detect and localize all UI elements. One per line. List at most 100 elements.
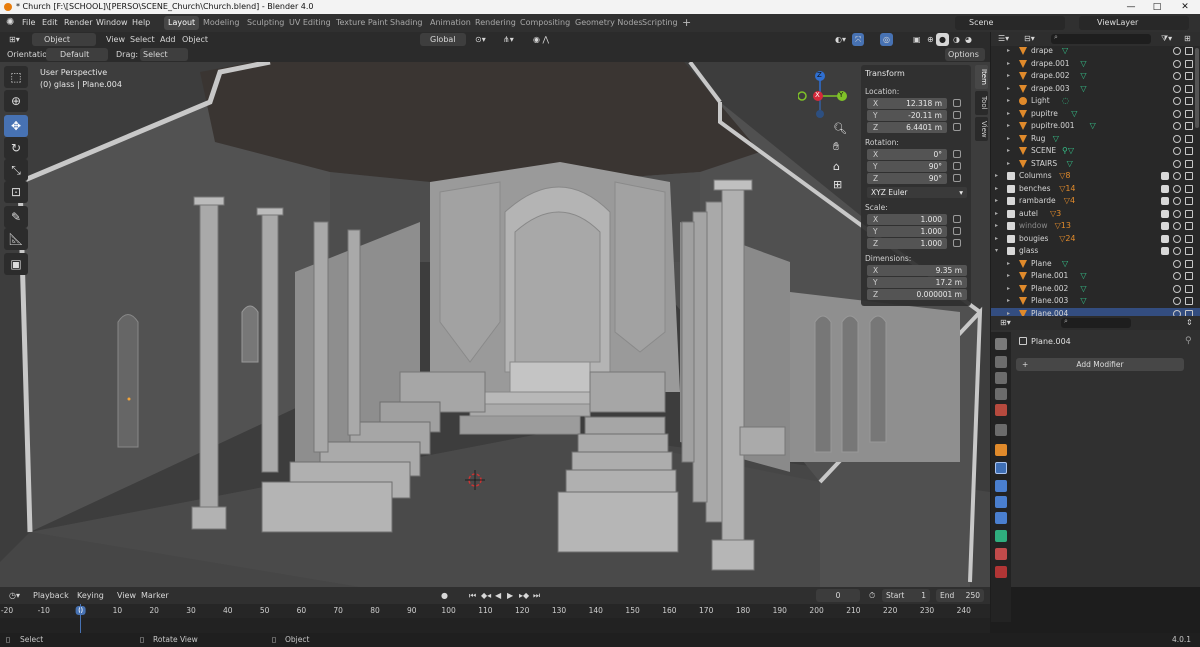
scene-tab-icon[interactable] [995, 404, 1007, 416]
eye-icon[interactable] [1173, 122, 1181, 130]
exclude-checkbox[interactable] [1161, 247, 1169, 255]
lock-scale-y-icon[interactable] [953, 227, 961, 235]
dimensions-y-field[interactable]: Y 17.2 m [867, 277, 967, 288]
visibility-icon[interactable]: ◐▾ [832, 33, 849, 46]
viewport-menu-select[interactable]: Select [127, 33, 158, 46]
exclude-checkbox[interactable] [1161, 172, 1169, 180]
object-tab-icon[interactable] [995, 444, 1007, 456]
modifier-tab-icon[interactable] [995, 462, 1007, 474]
constraints-tab-icon[interactable] [995, 512, 1007, 524]
camera-icon[interactable] [1185, 259, 1193, 268]
shading-solid-icon[interactable]: ● [936, 33, 949, 46]
output-tab-icon[interactable] [995, 372, 1007, 384]
tab-animation[interactable]: Animation [426, 16, 475, 30]
menu-window[interactable]: Window [96, 14, 128, 32]
start-frame-field[interactable]: Start 1 [882, 589, 930, 602]
outliner-row[interactable]: ▸ drape.001 ▽ [991, 58, 1200, 71]
jump-end-icon[interactable]: ⏭ [530, 589, 543, 602]
eye-icon[interactable] [1173, 134, 1181, 143]
timeline-track-area[interactable] [0, 618, 990, 633]
exclude-checkbox[interactable] [1161, 222, 1169, 230]
expand-right-icon[interactable]: ▸ [1007, 45, 1010, 57]
outliner-row[interactable]: ▸ Plane.001 ▽ [991, 270, 1200, 283]
lock-location-y-icon[interactable] [953, 111, 961, 119]
expand-right-icon[interactable]: ▸ [1007, 120, 1010, 132]
expand-right-icon[interactable]: ▸ [1007, 95, 1010, 107]
tab-scripting[interactable]: Scripting [638, 16, 682, 30]
eye-icon[interactable] [1173, 222, 1181, 230]
pin-icon[interactable]: ⚲ [1185, 336, 1192, 346]
end-frame-field[interactable]: End 250 [936, 589, 984, 602]
outliner-row[interactable]: ▸ Plane.002 ▽ [991, 283, 1200, 296]
physics-tab-icon[interactable] [995, 496, 1007, 508]
record-icon[interactable]: ● [438, 589, 451, 602]
expand-right-icon[interactable]: ▸ [995, 233, 998, 245]
expand-right-icon[interactable]: ▸ [995, 220, 998, 232]
camera-icon[interactable] [1185, 97, 1193, 105]
location-x-field[interactable]: X 12.318 m [867, 98, 947, 109]
outliner-row[interactable]: ▸ Light ◌ [991, 95, 1200, 108]
expand-right-icon[interactable]: ▸ [1007, 70, 1010, 82]
tab-item[interactable]: Item [975, 65, 988, 89]
ortho-grid-icon[interactable]: ⊞ [833, 178, 842, 191]
outliner-row[interactable]: ▾ glass [991, 245, 1200, 258]
expand-right-icon[interactable]: ▸ [995, 195, 998, 207]
camera-icon[interactable] [1185, 172, 1193, 180]
transform-tool-icon[interactable]: ⊡ [4, 181, 28, 203]
outliner-row[interactable]: ▸ benches ▽14 [991, 183, 1200, 196]
camera-icon[interactable] [1185, 197, 1193, 205]
outliner-editor-type-icon[interactable]: ☰▾ [995, 32, 1012, 45]
expand-down-icon[interactable]: ▾ [995, 245, 998, 257]
blender-menu-icon[interactable]: ✺ [6, 14, 14, 32]
outliner-row[interactable]: ▸ STAIRS ▽ [991, 158, 1200, 171]
outliner-row[interactable]: ▸ window ▽13 [991, 220, 1200, 233]
exclude-checkbox[interactable] [1161, 234, 1169, 243]
minimize-button[interactable]: — [1118, 0, 1144, 14]
camera-icon[interactable] [1185, 122, 1193, 130]
timeline-menu-keying[interactable]: Keying [74, 589, 107, 602]
add-modifier-button[interactable]: + Add Modifier [1016, 358, 1184, 371]
eye-icon[interactable] [1173, 234, 1181, 243]
properties-options-icon[interactable]: ⇕ [1183, 316, 1196, 329]
texture-tab-icon[interactable] [995, 566, 1007, 578]
expand-right-icon[interactable]: ▸ [1007, 295, 1010, 307]
scale-tool-icon[interactable]: ⤡ [4, 159, 28, 181]
viewport-menu-add[interactable]: Add [157, 33, 179, 46]
outliner-row[interactable]: ▸ drape.002 ▽ [991, 70, 1200, 83]
rotation-y-field[interactable]: Y 90° [867, 161, 947, 172]
tab-layout[interactable]: Layout [164, 16, 200, 30]
camera-icon[interactable] [1185, 297, 1193, 305]
scale-x-field[interactable]: X 1.000 [867, 214, 947, 225]
expand-right-icon[interactable]: ▸ [1007, 158, 1010, 170]
view-layer-selector[interactable]: ViewLayer [1079, 16, 1189, 30]
outliner-row[interactable]: ▸ SCENE ⚲▽ [991, 145, 1200, 158]
proportional-edit-icon[interactable]: ◉ ⋀ [530, 33, 552, 46]
outliner-row[interactable]: ▸ drape.003 ▽ [991, 83, 1200, 96]
tab-rendering[interactable]: Rendering [471, 16, 520, 30]
outliner-row[interactable]: ▸ Columns ▽8 [991, 170, 1200, 183]
camera-icon[interactable] [1185, 284, 1193, 293]
rotate-tool-icon[interactable]: ↻ [4, 137, 28, 159]
xray-icon[interactable]: ▣ [910, 33, 924, 46]
dimensions-x-field[interactable]: X 9.35 m [867, 265, 967, 276]
filter-icon[interactable]: ⧩▾ [1158, 32, 1175, 45]
expand-right-icon[interactable]: ▸ [1007, 133, 1010, 145]
tab-uv-editing[interactable]: UV Editing [285, 16, 335, 30]
outliner-row[interactable]: ▸ rambarde ▽4 [991, 195, 1200, 208]
exclude-checkbox[interactable] [1161, 197, 1169, 205]
data-tab-icon[interactable] [995, 530, 1007, 542]
timeline-menu-marker[interactable]: Marker [138, 589, 172, 602]
outliner-row[interactable]: ▸ drape ▽ [991, 45, 1200, 58]
rotation-x-field[interactable]: X 0° [867, 149, 947, 160]
camera-icon[interactable] [1185, 134, 1193, 143]
exclude-checkbox[interactable] [1161, 209, 1169, 218]
camera-icon[interactable] [1185, 272, 1193, 280]
viewport-menu-object[interactable]: Object [179, 33, 211, 46]
eye-icon[interactable] [1173, 97, 1181, 105]
rotation-z-field[interactable]: Z 90° [867, 173, 947, 184]
add-workspace-icon[interactable]: + [682, 14, 691, 32]
outliner-row[interactable]: ▸ pupitre ▽ [991, 108, 1200, 121]
camera-icon[interactable] [1185, 234, 1193, 243]
shading-rendered-icon[interactable]: ◕ [962, 33, 975, 46]
camera-icon[interactable] [1185, 109, 1193, 118]
